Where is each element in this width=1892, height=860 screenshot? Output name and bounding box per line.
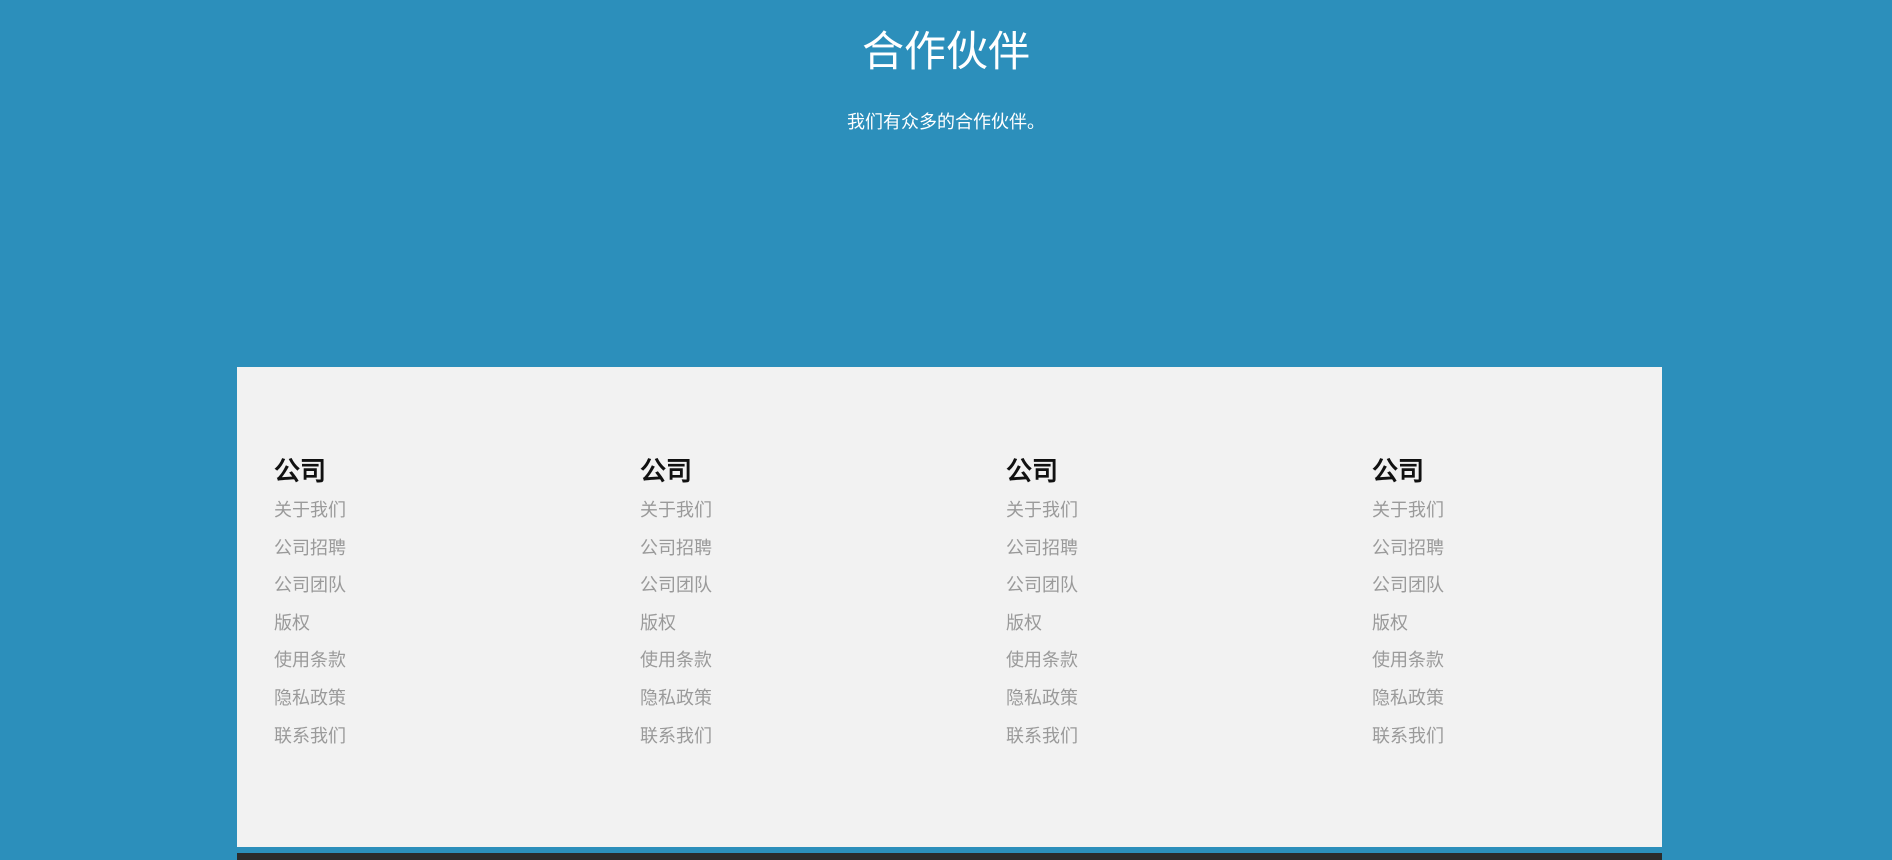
footer-link-privacy[interactable]: 隐私政策 (640, 688, 712, 709)
footer-link-careers[interactable]: 公司招聘 (274, 538, 346, 559)
footer-column-title: 公司 (274, 457, 327, 487)
footer-link-team[interactable]: 公司团队 (274, 575, 346, 596)
partners-subtitle: 我们有众多的合作伙伴。 (847, 112, 1045, 133)
footer-link-about-us[interactable]: 关于我们 (274, 500, 346, 521)
footer-link-list: 关于我们 公司招聘 公司团队 版权 使用条款 隐私政策 联系我们 (1006, 492, 1306, 755)
footer-column-4: 公司 关于我们 公司招聘 公司团队 版权 使用条款 隐私政策 联系我们 (1372, 452, 1672, 755)
partners-section: 合作伙伴 我们有众多的合作伙伴。 (0, 0, 1892, 367)
footer-link-contact[interactable]: 联系我们 (1372, 726, 1444, 747)
footer-link-privacy[interactable]: 隐私政策 (274, 688, 346, 709)
footer-link-team[interactable]: 公司团队 (1006, 575, 1078, 596)
footer-link-careers[interactable]: 公司招聘 (640, 538, 712, 559)
footer-column-title: 公司 (1372, 457, 1425, 487)
footer-link-about-us[interactable]: 关于我们 (1006, 500, 1078, 521)
footer-link-terms[interactable]: 使用条款 (640, 650, 712, 671)
footer-link-privacy[interactable]: 隐私政策 (1006, 688, 1078, 709)
footer-link-list: 关于我们 公司招聘 公司团队 版权 使用条款 隐私政策 联系我们 (1372, 492, 1672, 755)
footer-link-team[interactable]: 公司团队 (1372, 575, 1444, 596)
footer-link-copyright[interactable]: 版权 (640, 613, 676, 634)
footer-link-copyright[interactable]: 版权 (1372, 613, 1408, 634)
footer-column-2: 公司 关于我们 公司招聘 公司团队 版权 使用条款 隐私政策 联系我们 (640, 452, 940, 755)
footer-link-list: 关于我们 公司招聘 公司团队 版权 使用条款 隐私政策 联系我们 (274, 492, 574, 755)
footer-link-terms[interactable]: 使用条款 (1006, 650, 1078, 671)
footer-link-about-us[interactable]: 关于我们 (640, 500, 712, 521)
footer-link-terms[interactable]: 使用条款 (274, 650, 346, 671)
footer-link-careers[interactable]: 公司招聘 (1006, 538, 1078, 559)
footer-link-terms[interactable]: 使用条款 (1372, 650, 1444, 671)
footer-link-team[interactable]: 公司团队 (640, 575, 712, 596)
footer-column-3: 公司 关于我们 公司招聘 公司团队 版权 使用条款 隐私政策 联系我们 (1006, 452, 1306, 755)
footer-link-copyright[interactable]: 版权 (274, 613, 310, 634)
footer-link-contact[interactable]: 联系我们 (1006, 726, 1078, 747)
footer-link-copyright[interactable]: 版权 (1006, 613, 1042, 634)
footer-link-contact[interactable]: 联系我们 (274, 726, 346, 747)
footer-link-contact[interactable]: 联系我们 (640, 726, 712, 747)
footer-column-1: 公司 关于我们 公司招聘 公司团队 版权 使用条款 隐私政策 联系我们 (274, 452, 574, 755)
footer-column-title: 公司 (1006, 457, 1059, 487)
footer-links-panel: 公司 关于我们 公司招聘 公司团队 版权 使用条款 隐私政策 联系我们 公司 关… (237, 367, 1662, 847)
footer-column-title: 公司 (640, 457, 693, 487)
footer-link-list: 关于我们 公司招聘 公司团队 版权 使用条款 隐私政策 联系我们 (640, 492, 940, 755)
footer-link-careers[interactable]: 公司招聘 (1372, 538, 1444, 559)
partners-title: 合作伙伴 (861, 27, 1030, 76)
bottom-bar (237, 853, 1662, 860)
footer-link-about-us[interactable]: 关于我们 (1372, 500, 1444, 521)
footer-link-privacy[interactable]: 隐私政策 (1372, 688, 1444, 709)
